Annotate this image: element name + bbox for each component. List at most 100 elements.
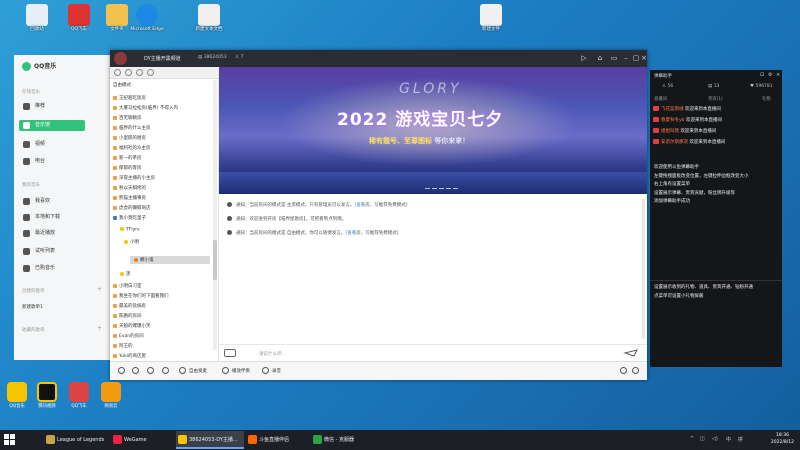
volume-icon[interactable]: ◁) [712, 436, 718, 442]
task-wegame[interactable]: WeGame [111, 431, 147, 449]
list-item[interactable]: 临界的什么主房 [113, 125, 151, 131]
tab-gifts[interactable]: 礼物 [762, 96, 771, 102]
tray-expand-icon[interactable]: ^ [690, 436, 694, 442]
room-icon [113, 125, 117, 130]
free-mic-icon[interactable] [179, 367, 186, 374]
task-wechat[interactable]: 微信 - 克服器 [311, 431, 354, 449]
qm-item-recommend[interactable]: 推荐 [19, 101, 85, 112]
volume-icon[interactable] [632, 367, 639, 374]
desktop-icon-recycle-bin[interactable]: 回收站 [20, 4, 54, 33]
windows-start-icon[interactable] [4, 434, 16, 446]
list-item[interactable]: 郁郁的客房 [113, 165, 142, 171]
list-item[interactable]: 熊猫主播事房 [113, 195, 146, 201]
task-league-of-legends[interactable]: League of Legends [44, 431, 104, 449]
desktop-icon-edge[interactable]: Microsoft Edge [130, 4, 164, 33]
list-item[interactable]: 我小莫吃蛋子 [113, 215, 146, 221]
list-item[interactable]: 虎虎的懒鲸商店 [113, 205, 151, 211]
add-playlist-icon[interactable]: + [97, 286, 102, 293]
minimize-icon[interactable]: – [622, 54, 630, 62]
list-item[interactable]: 天狼的爆爆小笑 [113, 323, 151, 329]
banner-pager[interactable] [424, 185, 459, 191]
emoji-icon[interactable] [224, 349, 236, 357]
more-icon[interactable] [620, 367, 627, 374]
accompaniment-label[interactable]: 播放伴奏 [232, 368, 250, 374]
lock-icon[interactable]: ⊡ [760, 72, 764, 78]
list-item[interactable]: Yuki的商店屋 [113, 353, 146, 359]
record-icon[interactable] [262, 367, 269, 374]
chat-scrollbar[interactable] [642, 199, 645, 339]
task-channel-window[interactable]: 38624053-DY主播... [176, 431, 244, 449]
home-icon[interactable]: ⌂ [596, 54, 604, 62]
member-item[interactable]: 黑 [120, 271, 131, 277]
send-icon[interactable] [623, 348, 641, 358]
close-icon[interactable]: × [776, 72, 780, 78]
list-item[interactable]: 阿王的 [113, 343, 133, 349]
desktop-icon-app[interactable]: 网易云 [98, 382, 124, 409]
desktop-icon-qq-music[interactable]: QQ音乐 [4, 382, 30, 409]
settings-icon[interactable]: ⚙ [768, 72, 772, 78]
list-item[interactable]: 百无聊赖房 [113, 115, 142, 121]
ime-icon[interactable]: 中 [726, 436, 731, 443]
free-mic-label[interactable]: 自由发麦 [189, 368, 207, 374]
music-icon[interactable] [222, 367, 229, 374]
list-item[interactable]: 自由模式 [113, 82, 131, 88]
qm-item-music-hall[interactable]: 音乐馆 [19, 120, 85, 131]
list-item[interactable]: 福利社的众主房 [113, 145, 151, 151]
list-item[interactable]: 深夜主播的小主房 [113, 175, 155, 181]
people-icon[interactable] [114, 69, 121, 76]
member-item[interactable]: TFlyrs [120, 227, 139, 233]
record-label[interactable]: 录音 [272, 368, 281, 374]
desktop-icon-new-file[interactable]: 新建文件 [474, 4, 508, 33]
list-item[interactable]: 新一的茶房 [113, 155, 142, 161]
desktop-icon-tencent-video[interactable]: 腾讯视频 [34, 382, 60, 409]
qm-item-radio[interactable]: 电台 [19, 156, 85, 167]
channel-avatar[interactable] [114, 52, 127, 65]
scroll-thumb[interactable] [213, 240, 217, 280]
list-item[interactable]: 小明白习室 [113, 283, 142, 289]
qm-item-video[interactable]: 视频 [19, 139, 85, 150]
qm-item-recent[interactable]: 最近播放 [19, 228, 85, 239]
mic-icon[interactable] [147, 367, 154, 374]
qq-music-window: QQ音乐 在线音乐 推荐 音乐馆 视频 电台 我的音乐 我喜欢 本地和下载 最近… [14, 55, 110, 360]
list-item[interactable]: 最美的盐焗房 [113, 303, 146, 309]
chat-input[interactable]: 请说什么吧… [259, 351, 286, 357]
gift-icon[interactable] [132, 367, 139, 374]
list-item[interactable]: 我坐在你们的下面看我们 [113, 293, 169, 299]
speaker-icon[interactable] [118, 367, 125, 374]
close-icon[interactable]: × [640, 54, 648, 62]
list-item[interactable]: 小蛋糕的厨房 [113, 135, 146, 141]
event-banner[interactable]: GLORY 2022 游戏宝贝七夕 稀有靓号、至尊图标 等你来拿！ [219, 67, 647, 194]
qm-item-local[interactable]: 本地和下载 [19, 212, 85, 223]
list-item[interactable]: Evan的房间 [113, 333, 144, 339]
ime-mode-icon[interactable]: 拼 [738, 436, 743, 443]
playlist-item[interactable]: 新建歌单1 [22, 304, 43, 310]
qm-item-purchased[interactable]: 已购音乐 [19, 263, 85, 274]
expand-collected-icon[interactable]: + [97, 325, 102, 332]
maximize-icon[interactable]: ▢ [632, 54, 640, 62]
bottom-toolbar: 自由发麦 播放伴奏 录音 [110, 361, 647, 380]
qm-item-trial[interactable]: 试听列表 [19, 246, 85, 257]
member-item-selected[interactable]: 娜小鬼 [134, 257, 154, 263]
desktop-icon-text-doc[interactable]: 新建文本文档 [192, 4, 226, 33]
star-icon[interactable] [136, 69, 143, 76]
list-item[interactable]: 大厦马拉松房(临界) 不得入内 [113, 105, 178, 111]
task-douyu-companion[interactable]: 斗鱼直播伴侣 [246, 431, 289, 449]
headset-icon[interactable] [162, 367, 169, 374]
tab-live-room[interactable]: 直播间 [654, 96, 667, 102]
left-list-scrollbar[interactable] [213, 80, 217, 350]
system-clock[interactable]: 18:36 2022/8/12 [771, 432, 794, 446]
desktop-icon-folder[interactable]: 文件夹 [100, 4, 134, 33]
member-item[interactable]: 小明 [124, 239, 139, 245]
list-item[interactable]: 陈鹏的房间 [113, 313, 142, 319]
settings-icon[interactable] [147, 69, 154, 76]
desktop-icon-qq-speed[interactable]: QQ飞车 [62, 4, 96, 33]
tab-vip[interactable]: 贵宾(1) [708, 96, 723, 102]
list-item[interactable]: 王纪超吃饭房 [113, 95, 146, 101]
list-item[interactable]: 秋以天棋修的 [113, 185, 146, 191]
qm-item-liked[interactable]: 我喜欢 [19, 196, 85, 207]
search-icon[interactable] [125, 69, 132, 76]
play-icon[interactable]: ▷ [580, 54, 588, 62]
desktop-icon-qq-speed[interactable]: QQ飞车 [66, 382, 92, 409]
layout-icon[interactable]: ▭ [610, 54, 618, 62]
network-icon[interactable]: ◫ [700, 436, 705, 442]
